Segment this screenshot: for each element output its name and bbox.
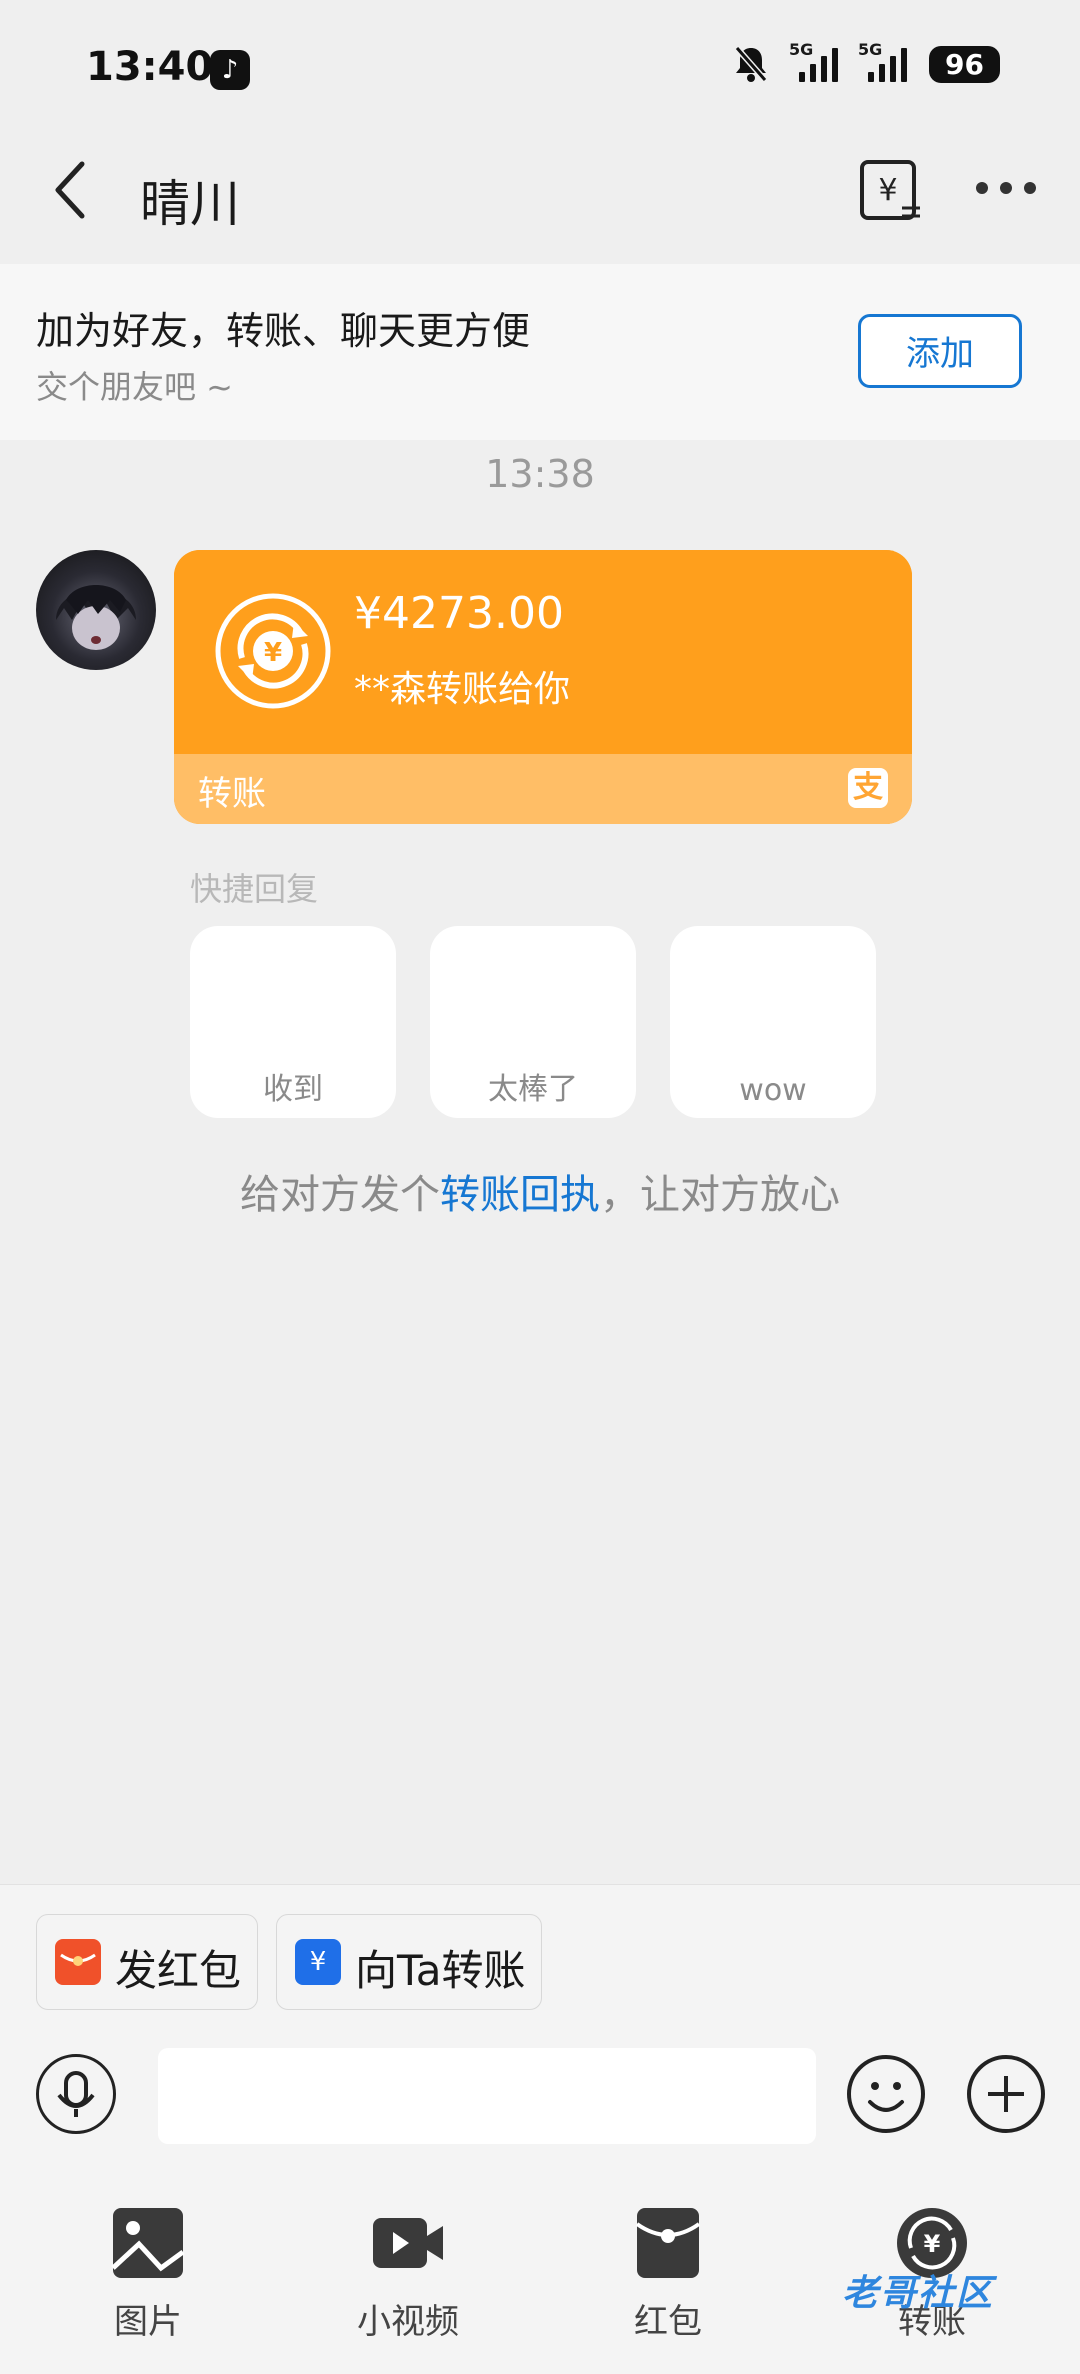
svg-text:¥: ¥ [924, 2230, 941, 2258]
video-icon [373, 2218, 443, 2268]
transfer-coin-icon: ¥ [215, 593, 331, 709]
image-icon [111, 2208, 185, 2278]
signal-icon: 5G [789, 40, 839, 82]
signal-icon: 5G [858, 40, 908, 82]
quick-reply-button[interactable]: 收到 [190, 926, 396, 1118]
quick-reply-label: 太棒了 [488, 1072, 578, 1107]
network-label: 5G [789, 40, 814, 59]
toolbar-label: 图片 [114, 2302, 182, 2342]
status-icons: 5G 5G 96 [733, 40, 1000, 84]
transfer-card-footer: 转账 支 [174, 754, 912, 824]
message-input[interactable] [158, 2048, 816, 2144]
page-title: 晴川 [140, 175, 240, 233]
tiktok-icon: ♪ [210, 50, 250, 90]
quick-reply-button[interactable]: 太棒了 [430, 926, 636, 1118]
receipt-tip-before: 给对方发个 [240, 1172, 440, 1218]
svg-text:¥: ¥ [264, 638, 282, 668]
red-packet-icon [55, 1939, 101, 1985]
network-label: 5G [858, 40, 883, 59]
red-packet-icon [635, 2208, 701, 2278]
transfer-card-label: 转账 [198, 774, 266, 814]
battery-indicator: 96 [929, 45, 1000, 83]
transfer-to-ta-label: 向Ta转账 [355, 1946, 526, 1995]
toolbar-label: 红包 [634, 2302, 702, 2342]
microphone-icon [57, 2071, 95, 2117]
send-red-packet-label: 发红包 [115, 1946, 242, 1995]
more-options-icon[interactable] [976, 182, 1036, 194]
toolbar-label: 小视频 [357, 2302, 459, 2342]
receipt-tip: 给对方发个转账回执，让对方放心 [0, 1162, 1080, 1220]
watermark: 老哥社区 [842, 2273, 995, 2314]
alipay-icon: 支 [848, 768, 888, 808]
voice-input-button[interactable] [36, 2054, 116, 2134]
message-timestamp: 13:38 [485, 452, 595, 496]
quick-reply-button[interactable]: wow [670, 926, 876, 1118]
toolbar-red-packet[interactable]: 红包 [588, 2206, 748, 2343]
banner-title: 加为好友，转账、聊天更方便 [36, 309, 531, 353]
transfer-description: **森转账给你 [354, 669, 571, 710]
emoji-icon[interactable] [846, 2054, 926, 2134]
toolbar-photo[interactable]: 图片 [68, 2206, 228, 2343]
status-bar: 13:40 ♪ 5G 5G 96 [0, 0, 1080, 140]
transfer-amount: ¥4273.00 [354, 588, 564, 639]
status-time: 13:40 [86, 44, 214, 90]
receipt-tip-after: ，让对方放心 [600, 1172, 840, 1218]
quick-reply-label: 收到 [263, 1072, 323, 1107]
send-red-packet-button[interactable]: 发红包 [36, 1914, 258, 2010]
transfer-card[interactable]: ¥ ¥4273.00 **森转账给你 转账 支 [174, 550, 912, 824]
transfer-icon: ¥ [295, 1939, 341, 1985]
back-icon[interactable] [50, 160, 90, 220]
banner-subtitle: 交个朋友吧 ~ [36, 368, 233, 406]
add-friend-button[interactable]: 添加 [858, 314, 1022, 388]
transfer-to-ta-button[interactable]: ¥ 向Ta转账 [276, 1914, 542, 2010]
quick-reply-title: 快捷回复 [190, 870, 319, 908]
plus-icon[interactable] [966, 2054, 1046, 2134]
toolbar-video[interactable]: 小视频 [328, 2206, 488, 2343]
transfer-record-icon[interactable]: ¥ [858, 158, 922, 222]
transfer-receipt-link[interactable]: 转账回执 [440, 1172, 600, 1218]
quick-reply-label: wow [739, 1073, 807, 1108]
transfer-card-body: ¥ ¥4273.00 **森转账给你 [174, 550, 912, 754]
avatar[interactable] [36, 550, 156, 670]
bell-muted-icon [734, 46, 768, 82]
svg-text:¥: ¥ [878, 173, 897, 208]
